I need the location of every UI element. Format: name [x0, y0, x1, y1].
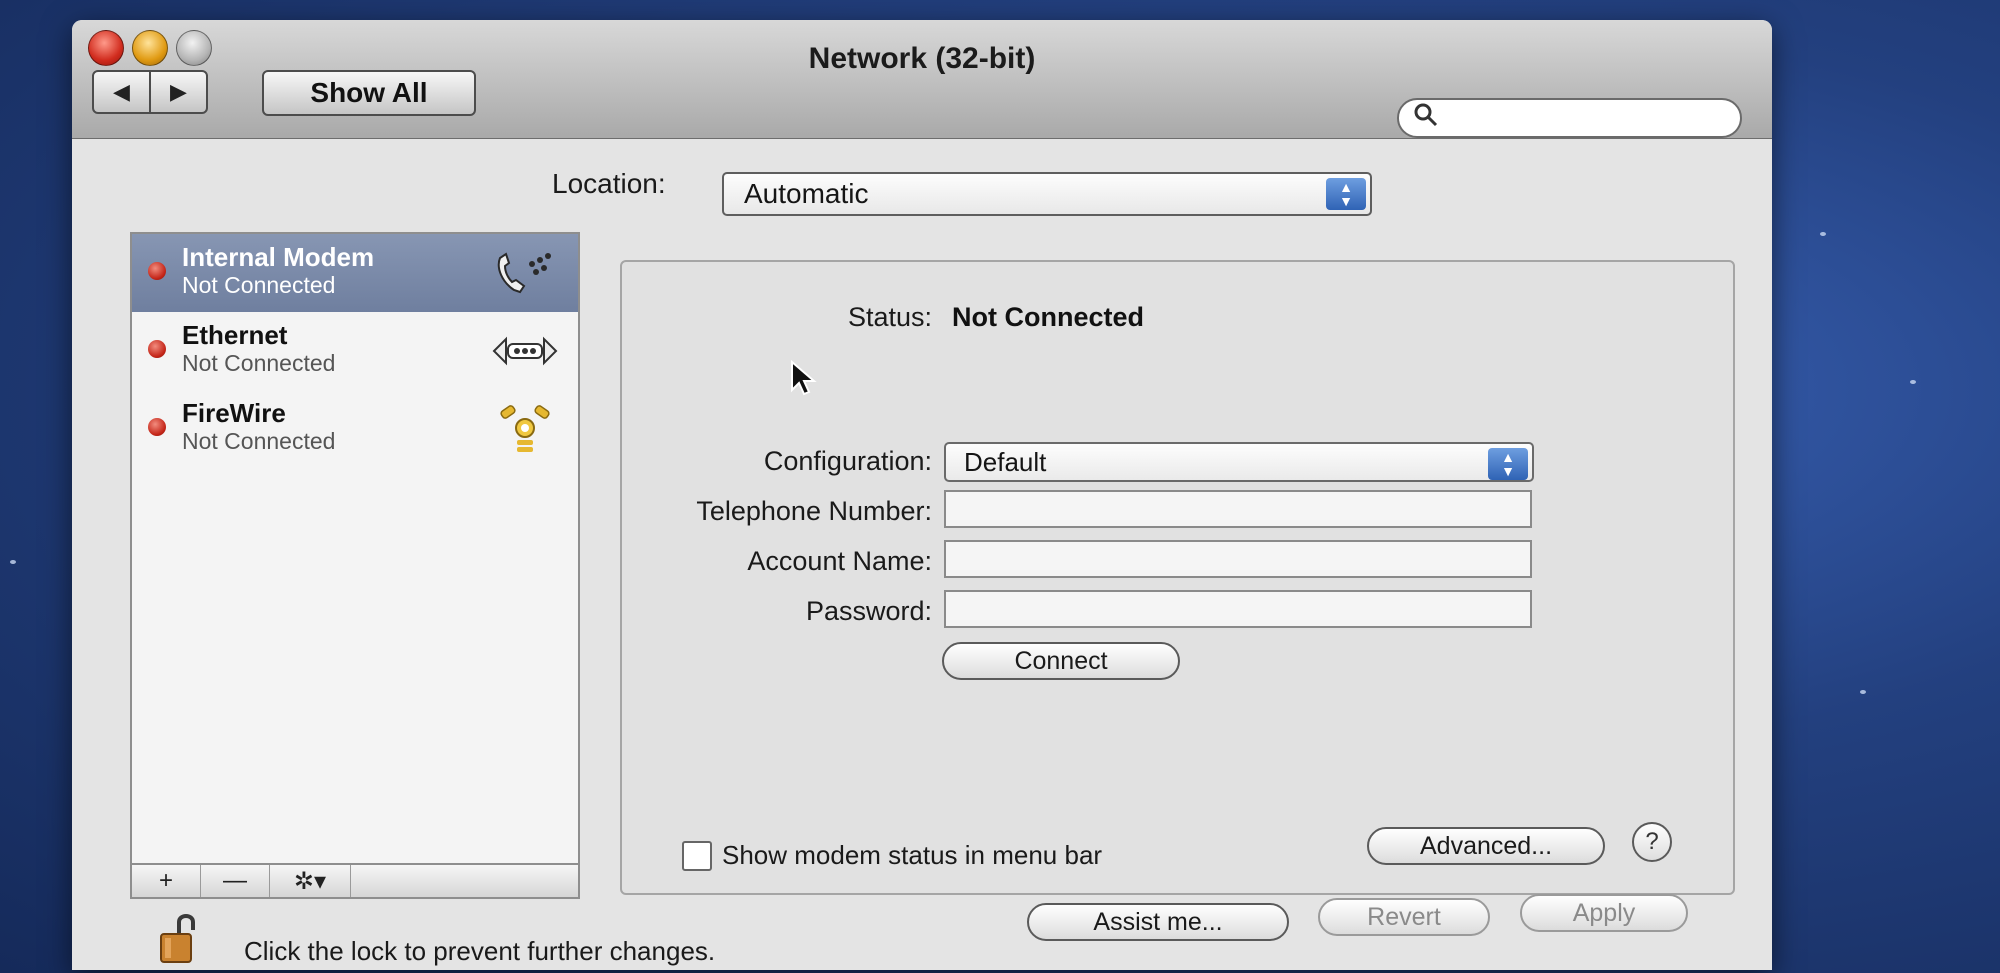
- account-name-input[interactable]: [946, 542, 1534, 578]
- advanced-button[interactable]: Advanced...: [1367, 827, 1605, 865]
- status-value: Not Connected: [952, 302, 1144, 332]
- location-value: Automatic: [744, 178, 869, 209]
- location-label: Location:: [552, 168, 666, 199]
- revert-button[interactable]: Revert: [1318, 898, 1490, 936]
- connect-button[interactable]: Connect: [942, 642, 1180, 680]
- remove-service-button[interactable]: —: [201, 865, 270, 897]
- ethernet-icon: [490, 324, 560, 378]
- status-label: Status:: [847, 302, 932, 332]
- telephone-number-field[interactable]: [944, 490, 1534, 528]
- service-status: Not Connected: [182, 272, 336, 298]
- service-status: Not Connected: [182, 350, 336, 376]
- service-list-toolbar: + — ✲▾: [130, 863, 580, 899]
- popup-arrows-icon: ▲ ▼: [1488, 448, 1528, 480]
- configuration-popup[interactable]: Default ▲ ▼: [944, 442, 1534, 482]
- service-status: Not Connected: [182, 428, 336, 454]
- status-dot-icon: [148, 340, 166, 358]
- title-bar[interactable]: Network (32-bit) ◀ ▶ Show All: [72, 20, 1772, 139]
- location-popup[interactable]: Automatic ▲ ▼: [722, 172, 1372, 216]
- desktop-sparkle: [10, 560, 16, 564]
- modem-detail-panel: Status: Not Connected Configuration: Def…: [620, 260, 1735, 895]
- assist-me-button[interactable]: Assist me...: [1027, 903, 1289, 941]
- forward-button[interactable]: ▶: [151, 72, 206, 112]
- service-item-ethernet[interactable]: Ethernet Not Connected: [132, 312, 578, 390]
- password-label: Password:: [805, 596, 932, 626]
- firewire-icon: [490, 402, 560, 456]
- search-input[interactable]: [1445, 103, 1709, 133]
- search-field[interactable]: [1397, 98, 1742, 138]
- add-service-button[interactable]: +: [132, 865, 201, 897]
- desktop-sparkle: [1910, 380, 1916, 384]
- service-item-internal-modem[interactable]: Internal Modem Not Connected: [132, 234, 578, 312]
- help-button[interactable]: ?: [1632, 822, 1672, 862]
- show-modem-status-checkbox[interactable]: [682, 840, 712, 871]
- popup-arrows-icon: ▲ ▼: [1326, 178, 1366, 210]
- password-input[interactable]: [946, 592, 1534, 628]
- telephone-number-label: Telephone Number:: [696, 496, 932, 526]
- configuration-label: Configuration:: [763, 446, 932, 476]
- service-list[interactable]: Internal Modem Not Connected Ethernet No…: [130, 232, 580, 897]
- show-all-button[interactable]: Show All: [262, 70, 476, 116]
- configuration-value: Default: [964, 446, 1047, 477]
- service-name: Ethernet: [182, 320, 288, 350]
- network-preferences-window: Network (32-bit) ◀ ▶ Show All Location: …: [72, 20, 1772, 970]
- service-name: FireWire: [182, 398, 286, 428]
- lock-icon[interactable]: [157, 908, 205, 966]
- service-name: Internal Modem: [182, 242, 375, 272]
- desktop-sparkle: [1820, 232, 1826, 236]
- status-dot-icon: [148, 418, 166, 436]
- status-dot-icon: [148, 262, 166, 280]
- account-name-field[interactable]: [944, 540, 1534, 578]
- back-button[interactable]: ◀: [94, 72, 151, 112]
- desktop-sparkle: [1860, 690, 1866, 694]
- apply-button[interactable]: Apply: [1520, 894, 1688, 932]
- telephone-number-input[interactable]: [946, 492, 1534, 528]
- modem-icon: [490, 246, 560, 300]
- password-field[interactable]: [944, 590, 1534, 628]
- service-item-firewire[interactable]: FireWire Not Connected: [132, 390, 578, 468]
- back-forward-control: ◀ ▶: [92, 70, 208, 114]
- show-modem-status-option[interactable]: Show modem status in menu bar: [682, 840, 1102, 871]
- account-name-label: Account Name:: [747, 546, 932, 576]
- show-modem-status-label: Show modem status in menu bar: [722, 840, 1103, 870]
- gear-icon[interactable]: ✲▾: [270, 865, 351, 897]
- lock-message: Click the lock to prevent further change…: [244, 936, 716, 966]
- search-icon: [1413, 102, 1439, 135]
